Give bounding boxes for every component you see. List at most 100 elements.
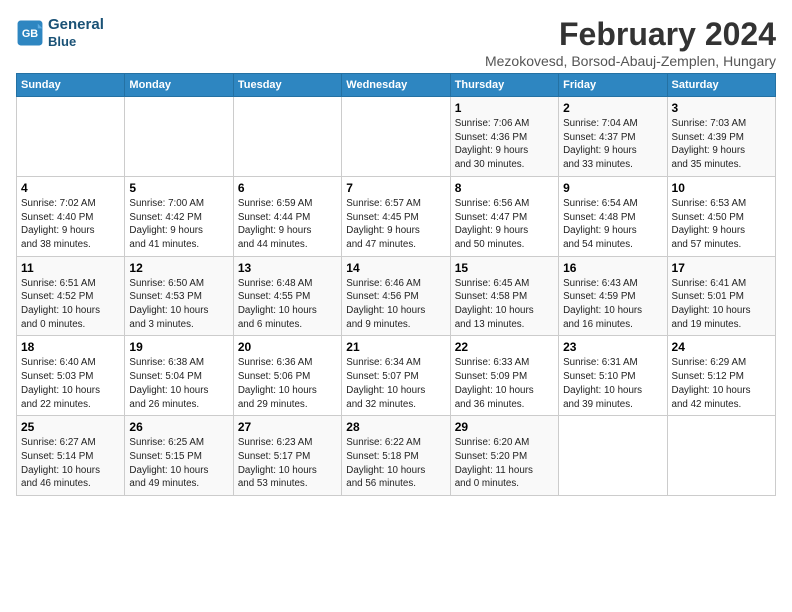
calendar-cell: 28 Sunrise: 6:22 AM Sunset: 5:18 PM Dayli…: [342, 416, 450, 496]
day-info: Sunrise: 6:50 AM Sunset: 4:53 PM Dayligh…: [129, 277, 228, 332]
calendar-cell: 3 Sunrise: 7:03 AM Sunset: 4:39 PM Daylig…: [667, 97, 775, 177]
weekday-header-saturday: Saturday: [667, 74, 775, 97]
day-number: 6: [238, 181, 337, 195]
calendar-title: February 2024: [485, 16, 776, 53]
day-number: 19: [129, 340, 228, 354]
calendar-cell: [342, 97, 450, 177]
calendar-cell: 16 Sunrise: 6:43 AM Sunset: 4:59 PM Dayli…: [559, 256, 667, 336]
calendar-body: 1 Sunrise: 7:06 AM Sunset: 4:36 PM Daylig…: [17, 97, 776, 496]
day-number: 21: [346, 340, 445, 354]
day-info: Sunrise: 6:27 AM Sunset: 5:14 PM Dayligh…: [21, 436, 120, 491]
calendar-cell: 17 Sunrise: 6:41 AM Sunset: 5:01 PM Dayli…: [667, 256, 775, 336]
day-info: Sunrise: 6:54 AM Sunset: 4:48 PM Dayligh…: [563, 197, 662, 252]
calendar-cell: 20 Sunrise: 6:36 AM Sunset: 5:06 PM Dayli…: [233, 336, 341, 416]
calendar-cell: 26 Sunrise: 6:25 AM Sunset: 5:15 PM Dayli…: [125, 416, 233, 496]
weekday-header-wednesday: Wednesday: [342, 74, 450, 97]
calendar-week-row: 1 Sunrise: 7:06 AM Sunset: 4:36 PM Daylig…: [17, 97, 776, 177]
calendar-cell: 23 Sunrise: 6:31 AM Sunset: 5:10 PM Dayli…: [559, 336, 667, 416]
day-number: 11: [21, 261, 120, 275]
day-number: 29: [455, 420, 554, 434]
day-number: 1: [455, 101, 554, 115]
day-number: 23: [563, 340, 662, 354]
calendar-week-row: 18Sunrise: 6:40 AM Sunset: 5:03 PM Dayli…: [17, 336, 776, 416]
day-info: Sunrise: 6:33 AM Sunset: 5:09 PM Dayligh…: [455, 356, 554, 411]
calendar-cell: 27 Sunrise: 6:23 AM Sunset: 5:17 PM Dayli…: [233, 416, 341, 496]
logo-line1: General: [48, 16, 104, 34]
day-info: Sunrise: 6:25 AM Sunset: 5:15 PM Dayligh…: [129, 436, 228, 491]
day-info: Sunrise: 6:41 AM Sunset: 5:01 PM Dayligh…: [672, 277, 771, 332]
day-number: 25: [21, 420, 120, 434]
day-number: 17: [672, 261, 771, 275]
day-info: Sunrise: 6:43 AM Sunset: 4:59 PM Dayligh…: [563, 277, 662, 332]
calendar-cell: 15Sunrise: 6:45 AM Sunset: 4:58 PM Dayli…: [450, 256, 558, 336]
day-number: 8: [455, 181, 554, 195]
day-number: 14: [346, 261, 445, 275]
calendar-subtitle: Mezokovesd, Borsod-Abauj-Zemplen, Hungar…: [485, 53, 776, 69]
calendar-cell: 13Sunrise: 6:48 AM Sunset: 4:55 PM Dayli…: [233, 256, 341, 336]
day-info: Sunrise: 6:20 AM Sunset: 5:20 PM Dayligh…: [455, 436, 554, 491]
day-number: 26: [129, 420, 228, 434]
calendar-week-row: 11Sunrise: 6:51 AM Sunset: 4:52 PM Dayli…: [17, 256, 776, 336]
calendar-cell: [233, 97, 341, 177]
day-info: Sunrise: 6:29 AM Sunset: 5:12 PM Dayligh…: [672, 356, 771, 411]
weekday-header-monday: Monday: [125, 74, 233, 97]
day-number: 2: [563, 101, 662, 115]
calendar-cell: [559, 416, 667, 496]
day-info: Sunrise: 7:02 AM Sunset: 4:40 PM Dayligh…: [21, 197, 120, 252]
calendar-cell: [125, 97, 233, 177]
day-number: 3: [672, 101, 771, 115]
calendar-cell: [17, 97, 125, 177]
calendar-cell: 2 Sunrise: 7:04 AM Sunset: 4:37 PM Daylig…: [559, 97, 667, 177]
day-number: 28: [346, 420, 445, 434]
day-number: 7: [346, 181, 445, 195]
calendar-cell: 24 Sunrise: 6:29 AM Sunset: 5:12 PM Dayli…: [667, 336, 775, 416]
calendar-cell: 19Sunrise: 6:38 AM Sunset: 5:04 PM Dayli…: [125, 336, 233, 416]
calendar-cell: 12 Sunrise: 6:50 AM Sunset: 4:53 PM Dayli…: [125, 256, 233, 336]
calendar-cell: 7 Sunrise: 6:57 AM Sunset: 4:45 PM Daylig…: [342, 176, 450, 256]
calendar-cell: 4 Sunrise: 7:02 AM Sunset: 4:40 PM Daylig…: [17, 176, 125, 256]
weekday-header-sunday: Sunday: [17, 74, 125, 97]
calendar-cell: 10 Sunrise: 6:53 AM Sunset: 4:50 PM Dayli…: [667, 176, 775, 256]
calendar-cell: 9 Sunrise: 6:54 AM Sunset: 4:48 PM Daylig…: [559, 176, 667, 256]
calendar-cell: 21 Sunrise: 6:34 AM Sunset: 5:07 PM Dayli…: [342, 336, 450, 416]
day-info: Sunrise: 6:59 AM Sunset: 4:44 PM Dayligh…: [238, 197, 337, 252]
day-info: Sunrise: 6:45 AM Sunset: 4:58 PM Dayligh…: [455, 277, 554, 332]
title-block: February 2024 Mezokovesd, Borsod-Abauj-Z…: [485, 16, 776, 69]
day-info: Sunrise: 7:03 AM Sunset: 4:39 PM Dayligh…: [672, 117, 771, 172]
day-number: 4: [21, 181, 120, 195]
calendar-cell: 14 Sunrise: 6:46 AM Sunset: 4:56 PM Dayli…: [342, 256, 450, 336]
day-info: Sunrise: 6:31 AM Sunset: 5:10 PM Dayligh…: [563, 356, 662, 411]
day-info: Sunrise: 7:06 AM Sunset: 4:36 PM Dayligh…: [455, 117, 554, 172]
weekday-header-thursday: Thursday: [450, 74, 558, 97]
calendar-table: SundayMondayTuesdayWednesdayThursdayFrid…: [16, 73, 776, 496]
day-number: 5: [129, 181, 228, 195]
header: GB General Blue February 2024 Mezokovesd…: [16, 16, 776, 69]
calendar-cell: 11Sunrise: 6:51 AM Sunset: 4:52 PM Dayli…: [17, 256, 125, 336]
day-number: 16: [563, 261, 662, 275]
day-info: Sunrise: 6:23 AM Sunset: 5:17 PM Dayligh…: [238, 436, 337, 491]
day-info: Sunrise: 6:36 AM Sunset: 5:06 PM Dayligh…: [238, 356, 337, 411]
calendar-week-row: 25 Sunrise: 6:27 AM Sunset: 5:14 PM Dayli…: [17, 416, 776, 496]
svg-text:GB: GB: [22, 28, 38, 40]
day-info: Sunrise: 6:22 AM Sunset: 5:18 PM Dayligh…: [346, 436, 445, 491]
calendar-cell: 8 Sunrise: 6:56 AM Sunset: 4:47 PM Daylig…: [450, 176, 558, 256]
day-info: Sunrise: 6:53 AM Sunset: 4:50 PM Dayligh…: [672, 197, 771, 252]
calendar-cell: 29 Sunrise: 6:20 AM Sunset: 5:20 PM Dayli…: [450, 416, 558, 496]
day-number: 12: [129, 261, 228, 275]
day-info: Sunrise: 6:56 AM Sunset: 4:47 PM Dayligh…: [455, 197, 554, 252]
day-number: 10: [672, 181, 771, 195]
day-info: Sunrise: 6:57 AM Sunset: 4:45 PM Dayligh…: [346, 197, 445, 252]
calendar-cell: [667, 416, 775, 496]
day-number: 24: [672, 340, 771, 354]
day-info: Sunrise: 6:46 AM Sunset: 4:56 PM Dayligh…: [346, 277, 445, 332]
logo: GB General Blue: [16, 16, 104, 50]
calendar-week-row: 4 Sunrise: 7:02 AM Sunset: 4:40 PM Daylig…: [17, 176, 776, 256]
day-number: 27: [238, 420, 337, 434]
day-info: Sunrise: 7:04 AM Sunset: 4:37 PM Dayligh…: [563, 117, 662, 172]
calendar-cell: 18Sunrise: 6:40 AM Sunset: 5:03 PM Dayli…: [17, 336, 125, 416]
day-number: 9: [563, 181, 662, 195]
day-info: Sunrise: 6:34 AM Sunset: 5:07 PM Dayligh…: [346, 356, 445, 411]
logo-icon: GB: [16, 19, 44, 47]
day-number: 20: [238, 340, 337, 354]
day-info: Sunrise: 7:00 AM Sunset: 4:42 PM Dayligh…: [129, 197, 228, 252]
